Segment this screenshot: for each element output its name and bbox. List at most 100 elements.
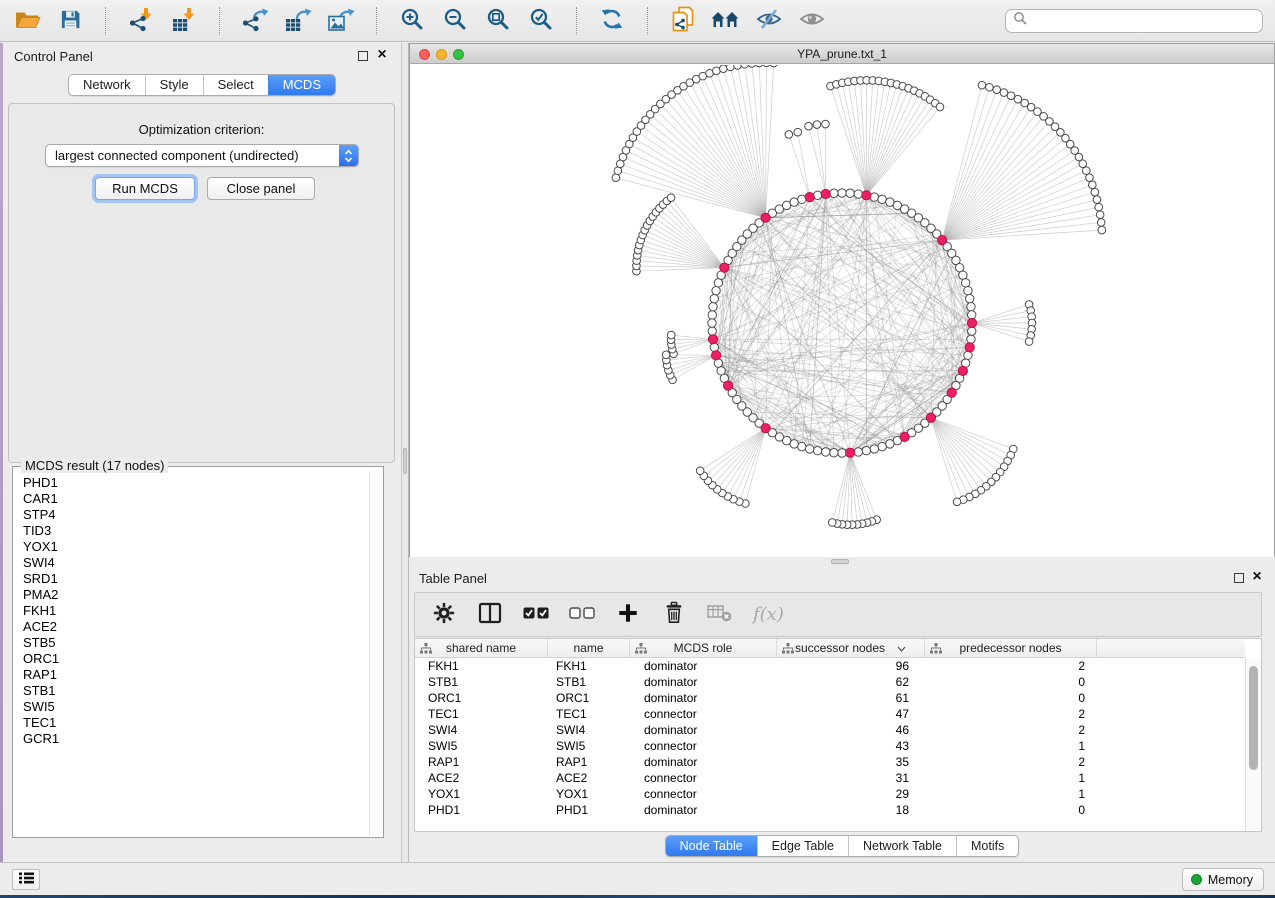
table-scrollbar-thumb[interactable] [1249, 666, 1258, 770]
column-header-shared-name[interactable]: shared name [415, 639, 548, 657]
criterion-select[interactable]: largest connected component (undirected) [45, 144, 359, 167]
delete-table-button[interactable] [707, 602, 733, 628]
mcds-result-item[interactable]: STP4 [23, 507, 369, 523]
mcds-result-item[interactable]: SRD1 [23, 571, 369, 587]
import-network-button[interactable] [126, 6, 156, 36]
table-panel-title: Table Panel [419, 571, 487, 586]
zoom-in-button[interactable] [397, 6, 427, 36]
table-row[interactable]: SWI5SWI5connector431 [415, 738, 1245, 754]
table-panel-float-button[interactable] [1234, 573, 1244, 583]
control-panel-close-button[interactable]: × [375, 46, 389, 64]
tab-motifs[interactable]: Motifs [956, 836, 1018, 856]
mcds-result-item[interactable]: CAR1 [23, 491, 369, 507]
table-row[interactable]: SWI4SWI4dominator462 [415, 722, 1245, 738]
control-panel-float-button[interactable] [358, 51, 368, 61]
toolbar-separator [105, 7, 106, 35]
column-header-name[interactable]: name [548, 639, 630, 657]
table-cell: TEC1 [548, 706, 630, 722]
export-table-button[interactable] [283, 6, 313, 36]
column-header-successor-nodes[interactable]: successor nodes [777, 639, 925, 657]
show-all-button[interactable] [797, 6, 827, 36]
memory-status-icon [1191, 874, 1202, 885]
search-input[interactable] [1027, 14, 1262, 28]
show-columns-button[interactable] [477, 602, 503, 628]
refresh-layout-button[interactable] [597, 6, 627, 36]
zoom-out-button[interactable] [440, 6, 470, 36]
mcds-result-scrollbar[interactable] [369, 471, 382, 836]
column-header-mcds-role[interactable]: MCDS role [630, 639, 777, 657]
table-cell: 35 [777, 754, 925, 770]
tab-edge-table[interactable]: Edge Table [757, 836, 848, 856]
run-mcds-button[interactable]: Run MCDS [95, 177, 195, 200]
network-canvas[interactable] [410, 65, 1274, 557]
tab-mcds[interactable]: MCDS [268, 75, 335, 95]
memory-button[interactable]: Memory [1182, 868, 1264, 891]
export-network-button[interactable] [240, 6, 270, 36]
zoom-fit-button[interactable] [483, 6, 513, 36]
delete-column-button[interactable] [661, 602, 687, 628]
mcds-result-item[interactable]: ORC1 [23, 651, 369, 667]
search-box[interactable] [1005, 9, 1263, 33]
table-row[interactable]: ACE2ACE2connector311 [415, 770, 1245, 786]
tab-network-table[interactable]: Network Table [848, 836, 956, 856]
import-table-button[interactable] [169, 6, 199, 36]
save-session-button[interactable] [55, 6, 85, 36]
mcds-result-item[interactable]: STB1 [23, 683, 369, 699]
close-panel-button[interactable]: Close panel [207, 177, 315, 200]
mcds-result-item[interactable]: SWI4 [23, 555, 369, 571]
horizontal-splitter-grabber[interactable] [831, 559, 849, 564]
mcds-result-item[interactable]: STB5 [23, 635, 369, 651]
tab-select[interactable]: Select [203, 75, 268, 95]
task-history-button[interactable] [12, 869, 40, 890]
network-window-titlebar[interactable]: YPA_prune.txt_1 [410, 44, 1274, 64]
mcds-result-item[interactable]: YOX1 [23, 539, 369, 555]
control-panel-titlebar: Control Panel × [3, 43, 401, 69]
hide-selected-button[interactable] [754, 6, 784, 36]
table-cell: connector [630, 706, 777, 722]
table-cell: 96 [777, 658, 925, 674]
tab-node-table[interactable]: Node Table [666, 836, 757, 856]
export-image-button[interactable] [326, 6, 356, 36]
column-header-predecessor-nodes[interactable]: predecessor nodes [925, 639, 1097, 657]
checked-boxes-icon [523, 606, 549, 623]
tab-style[interactable]: Style [145, 75, 203, 95]
mcds-result-item[interactable]: RAP1 [23, 667, 369, 683]
mcds-result-item[interactable]: TEC1 [23, 715, 369, 731]
function-builder-button[interactable]: f(x) [753, 602, 784, 628]
table-row[interactable]: RAP1RAP1dominator352 [415, 754, 1245, 770]
mcds-result-item[interactable]: PHD1 [23, 475, 369, 491]
table-scrollbar[interactable] [1245, 658, 1261, 831]
mcds-result-item[interactable]: TID3 [23, 523, 369, 539]
table-panel-close-button[interactable]: × [1250, 568, 1264, 586]
table-row[interactable]: ORC1ORC1dominator610 [415, 690, 1245, 706]
add-column-button[interactable] [615, 602, 641, 628]
table-row[interactable]: YOX1YOX1connector291 [415, 786, 1245, 802]
table-settings-button[interactable] [431, 602, 457, 628]
table-cell: 0 [925, 674, 1097, 690]
mcds-result-item[interactable]: FKH1 [23, 603, 369, 619]
table-row[interactable]: FKH1FKH1dominator962 [415, 658, 1245, 674]
tab-network[interactable]: Network [69, 75, 145, 95]
deselect-all-button[interactable] [569, 602, 595, 628]
horizontal-splitter[interactable] [409, 557, 1275, 565]
mcds-result-item[interactable]: PMA2 [23, 587, 369, 603]
open-session-button[interactable] [12, 6, 42, 36]
mcds-result-list[interactable]: PHD1CAR1STP4TID3YOX1SWI4SRD1PMA2FKH1ACE2… [14, 471, 369, 836]
network-file-button[interactable] [668, 6, 698, 36]
houses-button[interactable] [711, 6, 741, 36]
table-row[interactable]: STB1STB1dominator620 [415, 674, 1245, 690]
mcds-result-item[interactable]: SWI5 [23, 699, 369, 715]
table-row[interactable]: PHD1PHD1dominator180 [415, 802, 1245, 818]
zoom-fit-icon [486, 7, 510, 34]
vertical-splitter-grabber[interactable] [403, 448, 407, 474]
export-network-icon [241, 7, 269, 35]
mcds-result-item[interactable]: ACE2 [23, 619, 369, 635]
vertical-splitter[interactable] [401, 43, 409, 862]
table-row[interactable]: TEC1TEC1connector472 [415, 706, 1245, 722]
zoom-selected-button[interactable] [526, 6, 556, 36]
column-label: shared name [446, 641, 516, 655]
optimization-criterion-label: Optimization criterion: [9, 122, 394, 137]
select-all-button[interactable] [523, 602, 549, 628]
mcds-result-item[interactable]: GCR1 [23, 731, 369, 747]
column-label: name [573, 641, 603, 655]
